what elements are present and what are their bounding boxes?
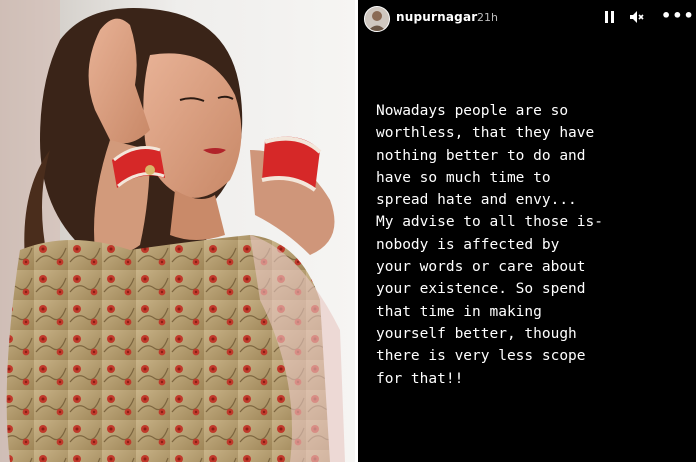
caption-line: yourself better, though — [376, 325, 577, 342]
instagram-story: nupurnagar 21h ••• Nowadays people are s… — [358, 0, 696, 462]
caption-line: My advise to all those is- — [376, 214, 603, 231]
caption-line: for that!! — [376, 370, 464, 387]
story-timestamp: 21h — [477, 11, 498, 24]
username[interactable]: nupurnagar — [396, 10, 477, 24]
story-header: nupurnagar 21h ••• — [358, 0, 696, 36]
woman-photo — [0, 0, 355, 462]
caption-line: your words or care about — [376, 259, 586, 276]
caption-line: there is very less scope — [376, 348, 586, 365]
caption-line: spread hate and envy... — [376, 192, 577, 209]
caption-line: your existence. So spend — [376, 281, 586, 298]
caption-line: nobody is affected by — [376, 236, 560, 253]
caption-line: Nowadays people are so — [376, 103, 569, 119]
profile-avatar[interactable] — [364, 6, 390, 32]
more-options-icon[interactable]: ••• — [661, 6, 695, 25]
story-caption: Nowadays people are so worthless, that t… — [376, 100, 694, 390]
mute-icon[interactable] — [628, 8, 646, 26]
caption-line: have so much time to — [376, 169, 551, 186]
caption-line: worthless, that they have — [376, 125, 595, 142]
pause-icon[interactable] — [604, 8, 616, 26]
caption-line: that time in making — [376, 303, 542, 320]
caption-line: nothing better to do and — [376, 147, 586, 164]
screenshot-frame: nupurnagar 21h ••• Nowadays people are s… — [0, 0, 696, 462]
